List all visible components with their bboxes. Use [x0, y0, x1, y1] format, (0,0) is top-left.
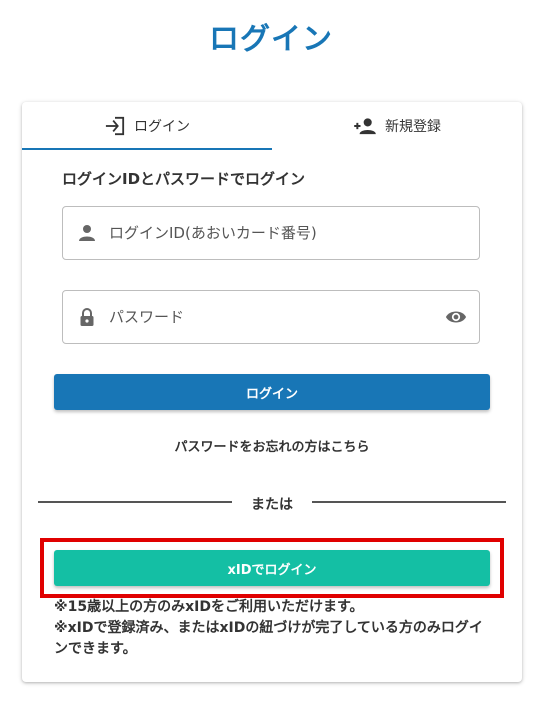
tab-login[interactable]: ログイン	[22, 102, 272, 150]
person-icon	[79, 225, 95, 241]
divider-line-left	[38, 501, 232, 503]
xid-note-registered: ※xIDで登録済み、またはxIDの紐づけが完了している方のみログインできます。	[54, 620, 483, 657]
eye-icon[interactable]	[445, 306, 467, 328]
login-button[interactable]: ログイン	[54, 374, 490, 410]
lock-icon	[80, 308, 94, 326]
form-heading: ログインIDとパスワードでログイン	[62, 170, 306, 188]
divider-line-right	[312, 501, 506, 503]
login-id-field[interactable]	[62, 206, 480, 260]
person-add-icon	[354, 118, 376, 135]
login-id-input[interactable]	[109, 207, 429, 259]
tab-register-label: 新規登録	[385, 119, 441, 135]
xid-note-age: ※15歳以上の方のみxIDをご利用いただけます。	[54, 599, 364, 615]
password-input[interactable]	[109, 291, 429, 343]
password-field[interactable]	[62, 290, 480, 344]
forgot-password-link[interactable]: パスワードをお忘れの方はこちら	[22, 436, 522, 455]
tab-login-label: ログイン	[134, 119, 190, 135]
tab-register[interactable]: 新規登録	[272, 102, 522, 150]
tab-bar: ログイン 新規登録	[22, 102, 522, 150]
xid-login-button[interactable]: xIDでログイン	[54, 550, 490, 586]
divider-text: または	[251, 497, 293, 513]
login-card: ログイン 新規登録 ログインIDとパスワードでログイン ログインID(あおいカー…	[22, 102, 522, 682]
active-tab-indicator	[22, 148, 272, 150]
xid-notes: ※15歳以上の方のみxIDをご利用いただけます。 ※xIDで登録済み、またはxI…	[54, 597, 494, 660]
login-icon	[105, 116, 125, 136]
page-title: ログイン	[209, 22, 333, 57]
